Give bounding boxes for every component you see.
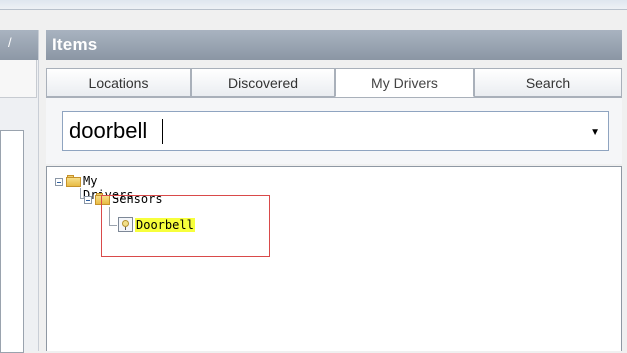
left-panel-tab[interactable] [0,60,37,98]
top-divider [0,9,627,10]
left-panel-body[interactable] [0,130,24,353]
selection-frame [101,195,270,257]
tab-discovered[interactable]: Discovered [191,68,335,97]
driver-tree[interactable]: My Drivers Sensors Doorbell [46,166,622,351]
tab-discovered-label: Discovered [227,75,299,91]
tree-connector-line [80,188,81,198]
tab-my-drivers-label: My Drivers [371,75,438,91]
left-panel-header: / [0,30,38,60]
search-combobox[interactable]: ▼ [62,111,609,151]
text-caret [162,119,163,144]
collapse-icon[interactable] [84,196,92,204]
search-input[interactable] [65,114,579,148]
left-panel: / [0,30,39,353]
collapse-icon[interactable] [55,178,63,186]
tab-locations[interactable]: Locations [46,68,191,97]
tab-locations-label: Locations [88,75,149,91]
top-toolbar-strip [0,0,627,9]
tab-my-drivers[interactable]: My Drivers [335,68,474,97]
left-panel-header-text: / [8,35,12,50]
folder-icon [66,175,81,187]
tab-search-label: Search [525,75,571,91]
tab-search[interactable]: Search [474,68,622,97]
items-panel-title: Items [52,35,98,54]
chevron-down-icon[interactable]: ▼ [590,127,600,138]
search-area: ▼ [46,98,622,164]
items-tabs: Locations Discovered My Drivers Search [46,68,622,98]
items-panel-header: Items [46,30,622,60]
